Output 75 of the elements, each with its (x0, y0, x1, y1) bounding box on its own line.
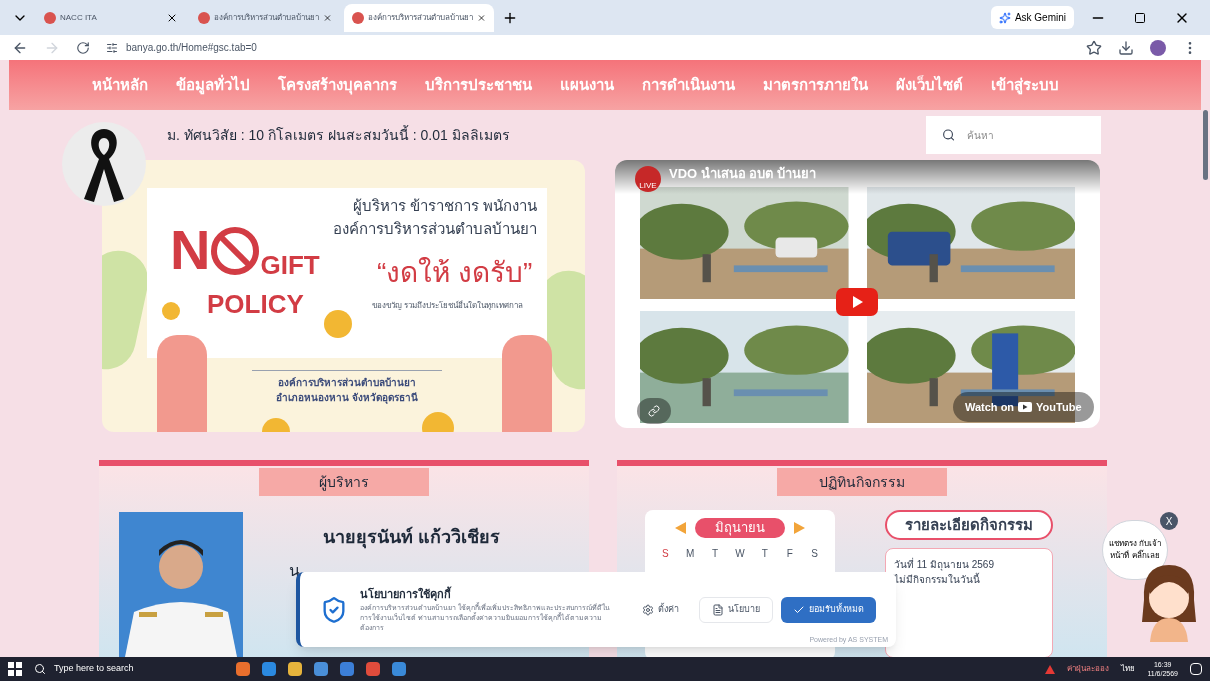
executive-name: นายยุรนันท์ แก้ววิเชียร (323, 525, 500, 551)
warning-icon (1045, 664, 1056, 674)
browser-tab[interactable]: องค์การบริหารส่วนตำบลบ้านยา (344, 3, 494, 32)
site-icon (198, 11, 210, 24)
browser-tab[interactable]: NACC ITA (36, 3, 186, 32)
play-button[interactable] (836, 288, 878, 316)
search-field[interactable]: ค้นหา (926, 116, 1101, 154)
tab-title: องค์การบริหารส่วนตำบลบ้านยา (214, 11, 319, 24)
weekday-label: S (661, 546, 670, 561)
tab-title: องค์การบริหารส่วนตำบลบ้านยา (368, 11, 473, 24)
activity-date: วันที่ 11 มิถุนายน 2569 (894, 557, 995, 572)
banner-org: องค์การบริหารส่วนตำบลบ้านยา (332, 218, 537, 239)
search-input[interactable]: ค้นหา (967, 127, 1085, 143)
weather-ticker: ม. ทัศนวิสัย : 10 กิโลเมตร ฝนสะสมวันนี้ : 0.01 มิลลิเมตร (167, 124, 511, 145)
site-icon (352, 11, 364, 24)
video-title: VDO นำเสนอ อบต บ้านยา (669, 165, 816, 183)
slogan: “งดให้ งดรับ” (377, 256, 533, 290)
activity-detail-title: รายละเอียดกิจกรรม (885, 510, 1053, 540)
prohibited-icon (210, 226, 261, 276)
taskbar-app-icon[interactable] (314, 662, 328, 676)
executive-position: น (289, 561, 301, 581)
taskbar-app-icon[interactable] (366, 662, 380, 676)
taskbar-app-icon[interactable] (288, 662, 302, 676)
gift-word: GIFT (260, 252, 320, 278)
weekday-label: S (810, 546, 819, 561)
channel-avatar: LIVE (635, 166, 661, 192)
cookie-policy-button[interactable]: นโยบาย (699, 596, 773, 623)
cookie-title: นโยบายการใช้คุกกี้ (360, 586, 453, 603)
bookmark-icon[interactable] (1086, 39, 1102, 56)
section-header: ปฏิทินกิจกรรม (777, 468, 947, 496)
taskbar-app-icon[interactable] (262, 662, 276, 676)
taskbar-app-icon[interactable] (392, 662, 406, 676)
site-icon (44, 11, 56, 24)
link-icon (648, 405, 660, 417)
close-chat-button[interactable]: X (1160, 512, 1178, 530)
policy-word: POLICY (207, 288, 304, 321)
reload-icon[interactable] (76, 40, 90, 55)
windows-start-icon[interactable] (8, 662, 22, 676)
ask-gemini-button[interactable]: Ask Gemini (990, 6, 1074, 29)
banner-footer-location: อำเภอหนองหาน จังหวัดอุดรธานี (275, 391, 419, 405)
sparkle-icon (998, 11, 1011, 24)
taskbar-search-field[interactable]: Type here to search (34, 662, 224, 676)
weekday-label: T (760, 546, 769, 561)
document-icon (712, 603, 724, 616)
weekday-label: M (685, 546, 696, 561)
gear-icon (642, 603, 654, 616)
banner-footer-org: องค์การบริหารส่วนตำบลบ้านยา (277, 376, 417, 390)
search-icon[interactable] (942, 127, 956, 143)
weekday-label: T (711, 546, 720, 561)
tab-title: NACC ITA (60, 11, 98, 24)
weekday-label: W (734, 546, 746, 561)
video-player[interactable]: LIVE VDO นำเสนอ อบต บ้านยา Watch on YouTube (615, 160, 1100, 428)
play-logo-icon (1018, 402, 1033, 412)
taskbar-app-icon[interactable] (340, 662, 354, 676)
copy-link-button[interactable] (637, 398, 671, 424)
search-icon (34, 663, 46, 675)
download-icon[interactable] (1118, 39, 1134, 56)
banner-heading: ผู้บริหาร ข้าราชการ พนักงาน (351, 196, 537, 217)
accept-all-button[interactable]: ยอมรับทั้งหมด (781, 596, 876, 623)
slogan-note: ของขวัญ รวมถึงประโยชน์อื่นใดในทุกเทศกาล (372, 300, 524, 312)
maximize-icon[interactable] (1134, 11, 1146, 24)
month-label: มิถุนายน (695, 518, 785, 538)
scrollbar (1203, 110, 1208, 180)
address-bar[interactable]: banya.go.th/Home#gsc.tab=0 (106, 40, 1070, 55)
tray-label: ค่าฝุ่นละออง (1067, 663, 1110, 675)
profile-avatar[interactable] (1150, 39, 1166, 56)
weekday-label: F (785, 546, 794, 561)
browser-tab[interactable]: องค์การบริหารส่วนตำบลบ้านยา (190, 3, 340, 32)
activity-status: ไม่มีกิจกรรมในวันนี้ (894, 572, 981, 587)
language-indicator[interactable]: ไทย (1121, 663, 1136, 675)
no-letter: N (170, 222, 211, 278)
taskbar-app-icon[interactable] (236, 662, 250, 676)
section-header: ผู้บริหาร (259, 468, 429, 496)
notification-icon[interactable] (1190, 663, 1202, 675)
watch-on-youtube-button[interactable]: Watch on YouTube (953, 392, 1094, 422)
